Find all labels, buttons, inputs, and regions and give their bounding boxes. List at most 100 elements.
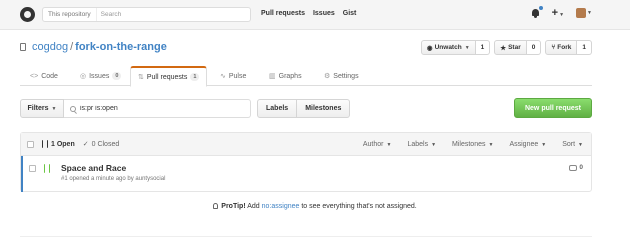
search-input[interactable] [96, 8, 247, 21]
tab-pulse[interactable]: ∿ Pulse [220, 66, 246, 86]
unwatch-label: Unwatch [434, 44, 462, 51]
protip-text-before: Add [247, 203, 260, 210]
chevron-down-icon: ▼ [559, 12, 565, 18]
protip-lead: ProTip! [221, 203, 246, 210]
list-header: 1 Open ✓ 0 Closed Author ▼ Labels ▼ Milesto… [21, 133, 591, 156]
open-pull-request-icon [44, 164, 50, 173]
comments-count: 0 [579, 164, 583, 171]
tab-issues-label: Issues [89, 72, 110, 80]
nav-pull-requests[interactable]: Pull requests [261, 10, 305, 17]
pull-request-meta: #1 opened a minute ago by auntysocial [61, 176, 166, 182]
graph-icon: ▥ [269, 73, 276, 80]
labels-filter[interactable]: Labels ▼ [407, 141, 436, 148]
tab-settings[interactable]: ⚙ Settings [324, 66, 359, 86]
star-label: Star [508, 44, 521, 51]
author-filter-label: Author [362, 141, 384, 148]
search-box[interactable]: This repository [42, 7, 251, 22]
header-user-actions: +▼ ▼ [531, 6, 592, 19]
check-icon: ✓ [82, 141, 89, 148]
watchers-count[interactable]: 1 [475, 40, 491, 55]
filter-query-input[interactable] [80, 105, 240, 112]
footer-divider [20, 236, 592, 237]
tab-issues[interactable]: ◎ Issues 0 [80, 66, 122, 86]
milestones-filter-label: Milestones [452, 141, 486, 148]
light-bulb-icon [213, 203, 219, 209]
pull-requests-count-badge: 1 [190, 73, 200, 81]
protip: ProTip! Add no:assignee to see everythin… [0, 203, 630, 210]
user-menu[interactable]: ▼ [576, 8, 592, 18]
milestones-filter[interactable]: Milestones ▼ [452, 141, 493, 148]
closed-filter[interactable]: ✓ 0 Closed [82, 140, 120, 149]
create-new-menu[interactable]: +▼ [552, 8, 565, 19]
tab-pull-requests-label: Pull requests [146, 73, 188, 81]
pull-request-list: 1 Open ✓ 0 Closed Author ▼ Labels ▼ Milesto… [20, 132, 592, 192]
unwatch-button[interactable]: ◉ Unwatch ▼ [420, 40, 476, 55]
sort-filter[interactable]: Sort ▼ [562, 141, 583, 148]
open-count-label: 1 Open [51, 140, 75, 148]
labels-button[interactable]: Labels [257, 99, 298, 118]
open-filter[interactable]: 1 Open [42, 140, 75, 148]
site-header: This repository Pull requests Issues Gis… [0, 0, 630, 30]
issues-count-badge: 0 [112, 72, 122, 80]
nav-issues[interactable]: Issues [313, 10, 335, 17]
eye-icon: ◉ [426, 44, 433, 52]
chevron-down-icon: ▼ [464, 44, 470, 51]
closed-count-label: 0 Closed [91, 140, 120, 148]
fork-button[interactable]: ⑂ Fork [545, 40, 578, 55]
code-icon: <> [30, 72, 39, 80]
tab-graphs[interactable]: ▥ Graphs [269, 66, 302, 86]
star-button[interactable]: ★ Star [494, 40, 527, 55]
new-pull-request-button[interactable]: New pull request [514, 98, 592, 118]
pull-request-icon: ⇅ [138, 74, 144, 81]
repo-owner-link[interactable]: cogdog [32, 41, 68, 53]
star-action: ★ Star 0 [494, 40, 542, 55]
sort-filter-label: Sort [562, 141, 576, 148]
github-logo-icon[interactable] [20, 7, 35, 22]
pull-request-title-link[interactable]: Space and Race [61, 163, 126, 173]
pulse-icon: ∿ [220, 73, 226, 80]
repo-icon [20, 43, 26, 51]
comments-link[interactable]: 0 [569, 164, 583, 171]
filter-search [64, 99, 251, 118]
list-filters: Author ▼ Labels ▼ Milestones ▼ Assignee ▼ So… [363, 133, 583, 156]
nav-gist[interactable]: Gist [343, 10, 357, 17]
assignee-filter-label: Assignee [509, 141, 539, 148]
star-icon: ★ [500, 44, 507, 52]
select-all-checkbox[interactable] [27, 140, 34, 148]
author-filter[interactable]: Author ▼ [363, 141, 392, 148]
stars-count[interactable]: 0 [526, 40, 542, 55]
chevron-down-icon: ▼ [578, 141, 583, 148]
tab-settings-label: Settings [333, 72, 359, 80]
labels-milestones-group: Labels Milestones [257, 99, 351, 118]
top-nav: Pull requests Issues Gist [261, 10, 356, 17]
fork-icon: ⑂ [551, 44, 556, 51]
tab-graphs-label: Graphs [278, 72, 302, 80]
issue-icon: ◎ [80, 73, 87, 80]
path-separator: / [70, 41, 74, 53]
repo-actions: ◉ Unwatch ▼ 1 ★ Star 0 ⑂ Fork 1 [420, 40, 592, 55]
repo-tabs: <> Code ◎ Issues 0 ⇅ Pull requests 1 ∿ Pulse ▥… [20, 66, 592, 87]
row-checkbox[interactable] [29, 165, 36, 172]
forks-count[interactable]: 1 [577, 40, 592, 55]
protip-link[interactable]: no:assignee [262, 203, 300, 210]
milestones-button[interactable]: Milestones [297, 99, 351, 118]
chevron-down-icon: ▼ [51, 105, 57, 112]
avatar [576, 8, 587, 18]
repo-name-link[interactable]: fork-on-the-range [75, 41, 167, 53]
search-scope-label: This repository [43, 8, 97, 21]
fork-action: ⑂ Fork 1 [545, 40, 592, 55]
assignee-filter[interactable]: Assignee ▼ [509, 141, 546, 148]
tab-pull-requests[interactable]: ⇅ Pull requests 1 [130, 66, 208, 87]
tab-code[interactable]: <> Code [30, 66, 58, 86]
filters-button[interactable]: Filters ▼ [20, 99, 64, 118]
notifications-bell-icon[interactable] [531, 6, 543, 18]
labels-filter-label: Labels [407, 141, 429, 148]
filters-label: Filters [27, 105, 49, 112]
watch-action: ◉ Unwatch ▼ 1 [420, 40, 491, 55]
list-item: Space and Race #1 opened a minute ago by… [21, 156, 591, 192]
repo-title: cogdog / fork-on-the-range [20, 41, 167, 53]
search-icon [70, 105, 76, 112]
gear-icon: ⚙ [324, 73, 331, 80]
chevron-down-icon: ▼ [431, 141, 437, 148]
unread-dot-icon [538, 6, 543, 10]
